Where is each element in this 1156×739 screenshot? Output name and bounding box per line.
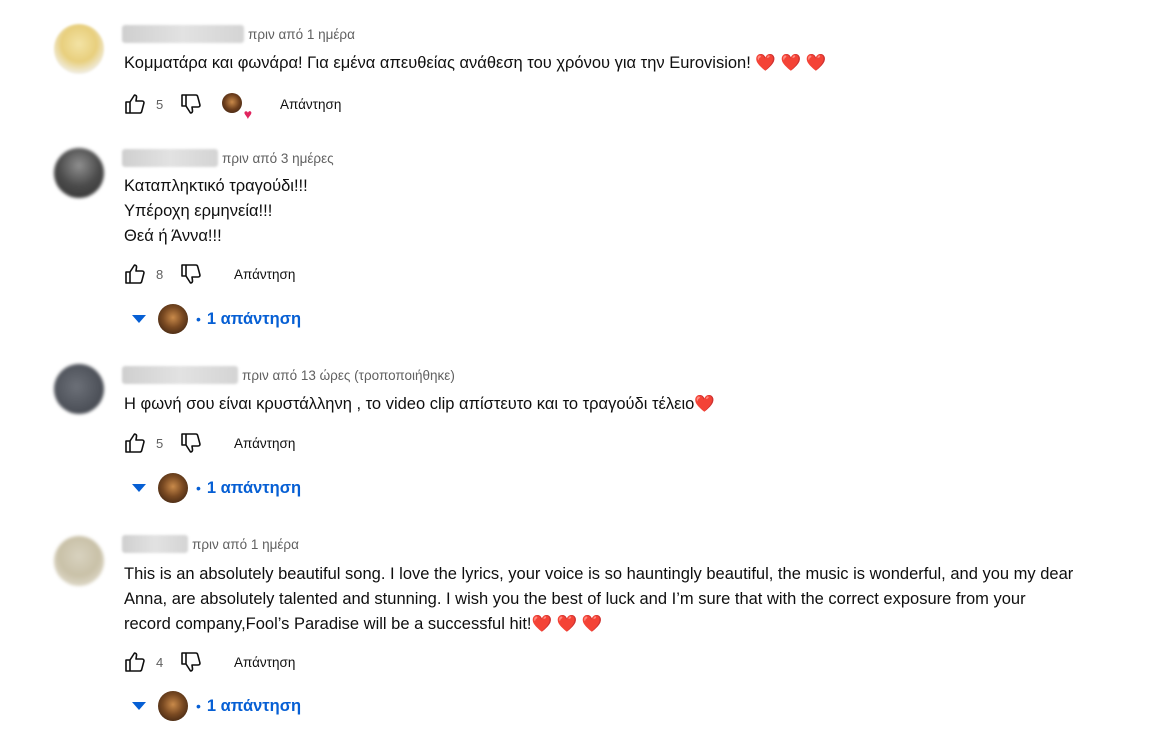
replies-count: 1 απάντηση: [206, 696, 302, 715]
thumbs-up-icon[interactable]: [122, 91, 148, 117]
comment-time[interactable]: πριν από 1 ημέρα: [248, 27, 355, 42]
replies-count: 1 απάντηση: [206, 309, 302, 328]
creator-avatar: [222, 93, 242, 113]
comment-toolbar: 5 ♥ Απάντηση: [122, 91, 341, 121]
thumbs-up-icon[interactable]: [122, 430, 148, 456]
comment-time[interactable]: πριν από 1 ημέρα: [192, 537, 299, 552]
caret-down-icon: [132, 315, 146, 323]
thumbs-down-icon[interactable]: [178, 649, 204, 675]
reply-button[interactable]: Απάντηση: [234, 436, 295, 451]
reply-button[interactable]: Απάντηση: [280, 97, 341, 112]
like-count: 5: [156, 96, 164, 112]
thumbs-down-icon[interactable]: [178, 430, 204, 456]
comment-text: Καταπληκτικό τραγούδι!!! Υπέροχη ερμηνεί…: [124, 177, 308, 245]
thumbs-up-icon[interactable]: [122, 649, 148, 675]
comment-toolbar: 8 Απάντηση: [122, 261, 295, 287]
view-replies-button[interactable]: • 1 απάντηση: [128, 689, 301, 723]
creator-avatar: [158, 304, 188, 334]
view-replies-button[interactable]: • 1 απάντηση: [128, 471, 301, 505]
thumbs-up-icon[interactable]: [122, 261, 148, 287]
comment-header: πριν από 13 ώρες (τροποποιήθηκε): [122, 365, 455, 385]
heart-icon: ♥: [243, 106, 252, 122]
reply-button[interactable]: Απάντηση: [234, 267, 295, 282]
thumbs-down-icon[interactable]: [178, 261, 204, 287]
avatar[interactable]: [54, 364, 104, 414]
caret-down-icon: [132, 484, 146, 492]
separator-dot: •: [196, 698, 201, 714]
comment-time[interactable]: πριν από 13 ώρες (τροποποιήθηκε): [242, 368, 455, 383]
like-count: 4: [156, 654, 164, 670]
comment-toolbar: 4 Απάντηση: [122, 649, 295, 675]
view-replies-button[interactable]: • 1 απάντηση: [128, 302, 301, 336]
comment-header: πριν από 1 ημέρα: [122, 534, 299, 554]
comment-header: πριν από 1 ημέρα: [122, 24, 355, 44]
comment-text: This is an absolutely beautiful song. I …: [124, 565, 1074, 633]
replies-count: 1 απάντηση: [206, 478, 302, 497]
author-name-blurred[interactable]: [122, 149, 218, 167]
avatar[interactable]: [54, 148, 104, 198]
caret-down-icon: [132, 702, 146, 710]
comment-time[interactable]: πριν από 3 ημέρες: [222, 151, 334, 166]
author-name-blurred[interactable]: [122, 535, 188, 553]
comment-header: πριν από 3 ημέρες: [122, 148, 334, 168]
creator-avatar: [158, 473, 188, 503]
separator-dot: •: [196, 311, 201, 327]
author-name-blurred[interactable]: [122, 25, 244, 43]
thumbs-down-icon[interactable]: [178, 91, 204, 117]
reply-button[interactable]: Απάντηση: [234, 655, 295, 670]
comment-text: Κομματάρα και φωνάρα! Για εμένα απευθεία…: [124, 54, 827, 72]
like-count: 8: [156, 266, 164, 282]
author-name-blurred[interactable]: [122, 366, 238, 384]
avatar[interactable]: [54, 24, 104, 74]
creator-avatar: [158, 691, 188, 721]
comment-toolbar: 5 Απάντηση: [122, 430, 295, 456]
avatar[interactable]: [54, 536, 104, 586]
creator-heart: ♥: [222, 93, 252, 121]
like-count: 5: [156, 435, 164, 451]
separator-dot: •: [196, 480, 201, 496]
comment-text: Η φωνή σου είναι κρυστάλληνη , το video …: [124, 395, 715, 413]
